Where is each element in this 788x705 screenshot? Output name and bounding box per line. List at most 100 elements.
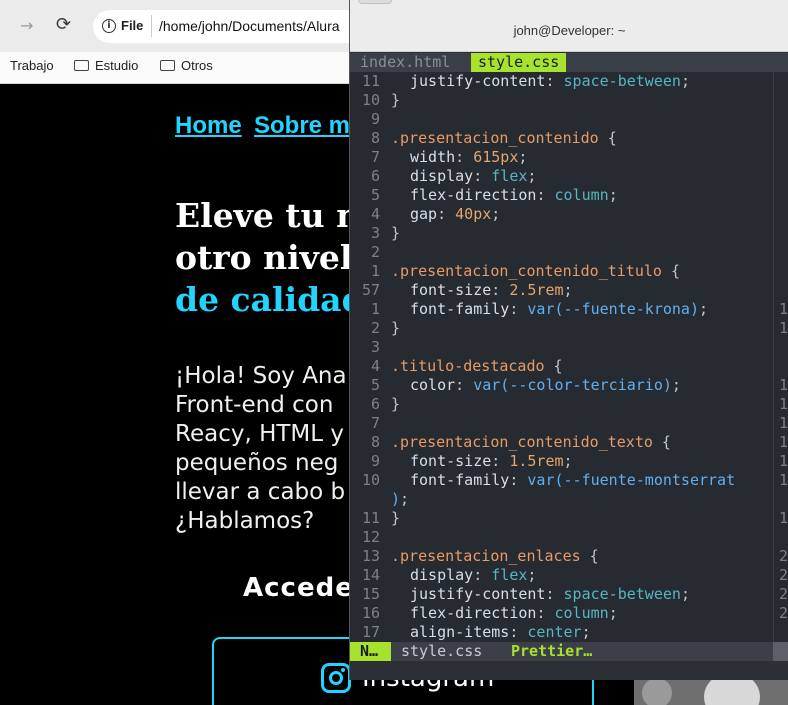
- code-line[interactable]: }: [391, 319, 400, 338]
- code-line[interactable]: );: [391, 490, 409, 509]
- status-right-block: [773, 642, 788, 661]
- code-line[interactable]: justify-content: space-between;: [410, 585, 690, 604]
- code-token: {: [652, 433, 671, 451]
- code-token: }: [391, 224, 401, 242]
- line-number: 2: [370, 243, 380, 261]
- split-line-number: 1: [779, 376, 788, 394]
- forward-arrow-icon[interactable]: →: [20, 16, 33, 35]
- code-line[interactable]: font-family: var(--fuente-montserrat: [410, 471, 735, 490]
- nav-link-home[interactable]: Home: [175, 112, 242, 140]
- code-line[interactable]: flex-direction: column;: [410, 604, 618, 623]
- code-line[interactable]: .presentacion_contenido_titulo {: [391, 262, 680, 281]
- status-formatter: Prettier…: [511, 642, 593, 660]
- line-number: 12: [361, 528, 380, 546]
- code-token: :: [455, 148, 474, 166]
- code-token: justify-content: [410, 72, 546, 90]
- code-token: display: [410, 566, 474, 584]
- code-token: .titulo-destacado: [391, 357, 545, 375]
- code-token: :: [536, 186, 555, 204]
- code-line[interactable]: }: [391, 395, 400, 414]
- command-line[interactable]: [350, 661, 788, 680]
- code-line[interactable]: font-size: 2.5rem;: [410, 281, 573, 300]
- access-heading: Accede: [243, 573, 354, 603]
- code-token: :: [536, 604, 555, 622]
- code-line[interactable]: width: 615px;: [410, 148, 527, 167]
- code-token: 2.5rem: [509, 281, 564, 299]
- code-token: 1.5rem: [509, 452, 564, 470]
- reload-icon[interactable]: ⟳: [56, 14, 71, 35]
- split-line-number: 1: [779, 319, 788, 337]
- code-token: ;: [563, 452, 573, 470]
- code-token: ;: [608, 604, 618, 622]
- code-line[interactable]: .presentacion_enlaces {: [391, 547, 599, 566]
- wallpaper-shape: [642, 678, 672, 705]
- code-token: flex-direction: [410, 604, 537, 622]
- code-token: :: [509, 300, 528, 318]
- window-control[interactable]: [358, 0, 392, 4]
- code-line[interactable]: display: flex;: [410, 566, 536, 585]
- line-number: 57: [361, 281, 380, 299]
- line-number: 11: [361, 509, 380, 527]
- code-token: 615px: [473, 148, 519, 166]
- url-scheme: File: [121, 18, 144, 33]
- code-token: column: [554, 186, 609, 204]
- code-line[interactable]: font-family: var(--fuente-krona);: [410, 300, 708, 319]
- code-token: ;: [608, 186, 618, 204]
- code-token: {: [544, 357, 563, 375]
- code-token: ;: [400, 490, 410, 508]
- code-token: ;: [699, 300, 709, 318]
- code-line[interactable]: .presentacion_contenido {: [391, 129, 617, 148]
- code-line[interactable]: }: [391, 224, 400, 243]
- bookmark-trabajo[interactable]: Trabajo: [10, 58, 54, 73]
- code-token: :: [473, 167, 492, 185]
- bookmark-otros[interactable]: Otros: [160, 58, 213, 73]
- code-token: .presentacion_contenido_titulo: [391, 262, 662, 280]
- split-line-number: 2: [779, 604, 788, 622]
- code-token: ;: [518, 148, 528, 166]
- url-path[interactable]: /home/john/Documents/Alura: [159, 18, 340, 34]
- code-line[interactable]: display: flex;: [410, 167, 536, 186]
- code-editor[interactable]: 11 justify-content: space-between; 10} 9 8 .p…: [350, 72, 788, 642]
- code-token: }: [391, 395, 401, 413]
- folder-icon: [160, 60, 175, 71]
- tab-index-html[interactable]: index.html: [353, 53, 457, 72]
- code-line[interactable]: align-items: center;: [410, 623, 591, 642]
- bookmark-estudio[interactable]: Estudio: [74, 58, 138, 73]
- line-number: 14: [361, 566, 380, 584]
- code-token: justify-content: [410, 585, 546, 603]
- code-line[interactable]: color: var(--color-terciario);: [410, 376, 681, 395]
- code-token: font-size: [410, 452, 492, 470]
- terminal-titlebar[interactable]: john@Developer: ~: [350, 0, 788, 52]
- code-line[interactable]: flex-direction: column;: [410, 186, 618, 205]
- nav-link-sobre-mi[interactable]: Sobre m: [254, 112, 350, 140]
- line-number: 4: [370, 357, 380, 375]
- code-token: space-between: [563, 72, 681, 90]
- info-icon[interactable]: i: [102, 19, 116, 33]
- split-line-number: 1: [779, 452, 788, 470]
- code-token: space-between: [563, 585, 681, 603]
- terminal-window[interactable]: john@Developer: ~ index.html style.css 1…: [349, 0, 788, 680]
- line-number: 17: [361, 623, 380, 641]
- line-number: 5: [370, 376, 380, 394]
- code-line[interactable]: }: [391, 91, 400, 110]
- title-highlight: de calidad: [175, 280, 365, 319]
- code-token: .presentacion_contenido: [391, 129, 599, 147]
- tab-style-css[interactable]: style.css: [471, 53, 567, 72]
- code-line[interactable]: gap: 40px;: [410, 205, 500, 224]
- code-line[interactable]: justify-content: space-between;: [410, 72, 690, 91]
- code-line[interactable]: .presentacion_contenido_texto {: [391, 433, 671, 452]
- code-token: var(--color-terciario): [473, 376, 672, 394]
- code-line[interactable]: font-size: 1.5rem;: [410, 452, 573, 471]
- line-number: 1: [370, 262, 380, 280]
- code-token: column: [554, 604, 609, 622]
- split-line-number: 1: [779, 471, 788, 489]
- split-line-number: 2: [779, 566, 788, 584]
- line-number: 4: [370, 205, 380, 223]
- code-line[interactable]: }: [391, 509, 400, 528]
- terminal-title: john@Developer: ~: [513, 23, 626, 38]
- status-filename: style.css: [401, 642, 483, 660]
- code-token: font-family: [410, 471, 510, 489]
- status-line: N… style.css Prettier…: [350, 642, 788, 661]
- code-token: flex: [491, 167, 528, 185]
- code-line[interactable]: .titulo-destacado {: [391, 357, 563, 376]
